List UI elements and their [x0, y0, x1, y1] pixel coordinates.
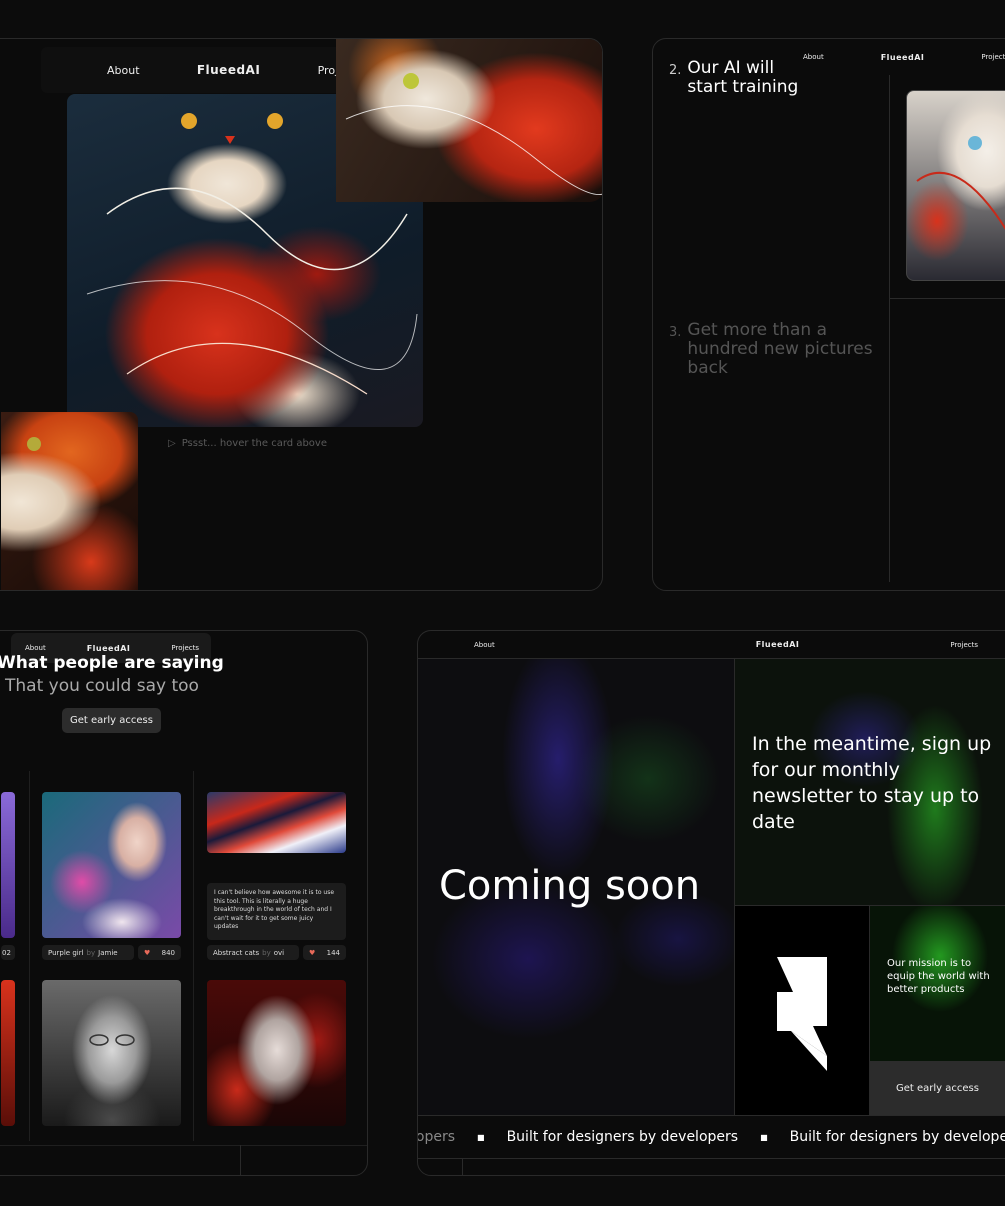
logo-tile — [735, 906, 869, 1115]
card-author[interactable]: Jamie — [98, 949, 117, 957]
brand-logo[interactable]: FlueedAI — [881, 53, 925, 62]
cat-portrait-card[interactable] — [906, 90, 1005, 281]
cat-artwork-secondary[interactable] — [336, 39, 602, 202]
nav-about-link[interactable]: About — [25, 644, 46, 652]
step-3-text: Get more than a hundred new pictures bac… — [687, 320, 873, 378]
like-count: 840 — [161, 948, 175, 957]
step-2: 2. Our AI will start training — [669, 59, 819, 97]
coming-soon-nav: About FlueedAI Projects — [418, 631, 1005, 659]
steps-divider-vertical — [889, 69, 890, 582]
get-early-access-button[interactable]: Get early access — [62, 708, 161, 733]
card-meta: Purple girl by Jamie — [42, 945, 134, 960]
cropped-card-likes: 02 — [1, 945, 15, 960]
cropped-card-image[interactable] — [1, 980, 15, 1126]
cropped-likes-count: 02 — [2, 948, 11, 957]
cat-artwork-secondary-svg — [345, 73, 602, 196]
card-title: Purple girl — [48, 948, 84, 957]
red-abstract-face-image[interactable] — [207, 980, 346, 1126]
mission-text: Our mission is to equip the world with b… — [887, 958, 990, 995]
coming-soon-panel: About FlueedAI Projects Coming soon In t… — [417, 630, 1005, 1176]
cat-portrait-svg — [916, 136, 1005, 230]
hover-hint: ▷ Pssst... hover the card above — [168, 438, 327, 449]
ticker-item: Built for designers by developers — [506, 1129, 739, 1145]
hero-panel: About FlueedAI Projects ▷ Pssst... hover… — [0, 38, 603, 591]
column-divider — [29, 771, 30, 1141]
footer-divider — [240, 1145, 241, 1175]
abstract-cats-image[interactable] — [207, 792, 346, 853]
steps-nav: About FlueedAI Projects — [789, 39, 1005, 75]
nav-about-link[interactable]: About — [107, 64, 140, 77]
panel-footer — [0, 1145, 367, 1175]
silver-woman-image[interactable] — [42, 980, 181, 1126]
nav-projects-link[interactable]: Projects — [981, 53, 1005, 61]
like-button[interactable]: ♥ 840 — [138, 945, 181, 960]
cat-artwork-tertiary-svg — [27, 437, 41, 451]
heart-icon: ♥ — [144, 948, 151, 957]
get-early-access-button[interactable]: Get early access — [870, 1061, 1005, 1115]
framer-logo-icon — [777, 957, 827, 1071]
nav-about-link[interactable]: About — [474, 641, 495, 649]
ticker-bar: lopers ■ Built for designers by develope… — [418, 1115, 1005, 1159]
step-2-text: Our AI will start training — [687, 58, 799, 97]
heart-icon: ♥ — [309, 948, 316, 957]
card-meta: Abstract cats by ovi — [207, 945, 299, 960]
section-title: What people are saying — [0, 653, 224, 673]
cursor-icon: ▷ — [168, 438, 176, 449]
cropped-card-image[interactable] — [1, 792, 15, 938]
step-3: 3. Get more than a hundred new pictures … — [669, 321, 884, 378]
newsletter-text: In the meantime, sign up for our monthly… — [752, 733, 992, 833]
steps-panel: About FlueedAI Projects 2. Our AI will s… — [652, 38, 1005, 591]
nav-projects-link[interactable]: Projects — [171, 644, 199, 652]
cat-artwork-tertiary[interactable] — [1, 412, 138, 590]
brand-logo[interactable]: FlueedAI — [87, 644, 131, 653]
card-title: Abstract cats — [213, 948, 260, 957]
card-author[interactable]: ovi — [274, 949, 284, 957]
nav-projects-link[interactable]: Projects — [950, 641, 978, 649]
silver-woman-svg — [89, 1034, 135, 1046]
testimonial-quote: I can't believe how awesome it is to use… — [207, 883, 346, 940]
ticker-item: lopers — [418, 1129, 456, 1145]
top-nav: About FlueedAI Projects — [41, 47, 381, 93]
footer-divider — [462, 1159, 463, 1175]
hover-hint-text: Pssst... hover the card above — [181, 438, 327, 449]
brand-logo[interactable]: FlueedAI — [756, 640, 800, 649]
step-2-number: 2. — [669, 63, 682, 78]
steps-divider-horizontal — [889, 298, 1005, 299]
coming-soon-headline: Coming soon — [439, 863, 701, 909]
brand-logo[interactable]: FlueedAI — [197, 63, 260, 77]
column-divider — [193, 771, 194, 1141]
section-subtitle: That you could say too — [5, 676, 199, 696]
ticker-separator-icon: ■ — [760, 1132, 768, 1142]
ticker-item: Built for designers by developers — [789, 1129, 1005, 1145]
testimonials-panel: About FlueedAI Projects What people are … — [0, 630, 368, 1176]
purple-girl-image[interactable] — [42, 792, 181, 938]
like-button[interactable]: ♥ 144 — [303, 945, 346, 960]
like-count: 144 — [326, 948, 340, 957]
step-3-number: 3. — [669, 325, 682, 340]
ticker-separator-icon: ■ — [477, 1132, 485, 1142]
card-by: by — [86, 948, 96, 957]
card-by: by — [262, 948, 271, 957]
